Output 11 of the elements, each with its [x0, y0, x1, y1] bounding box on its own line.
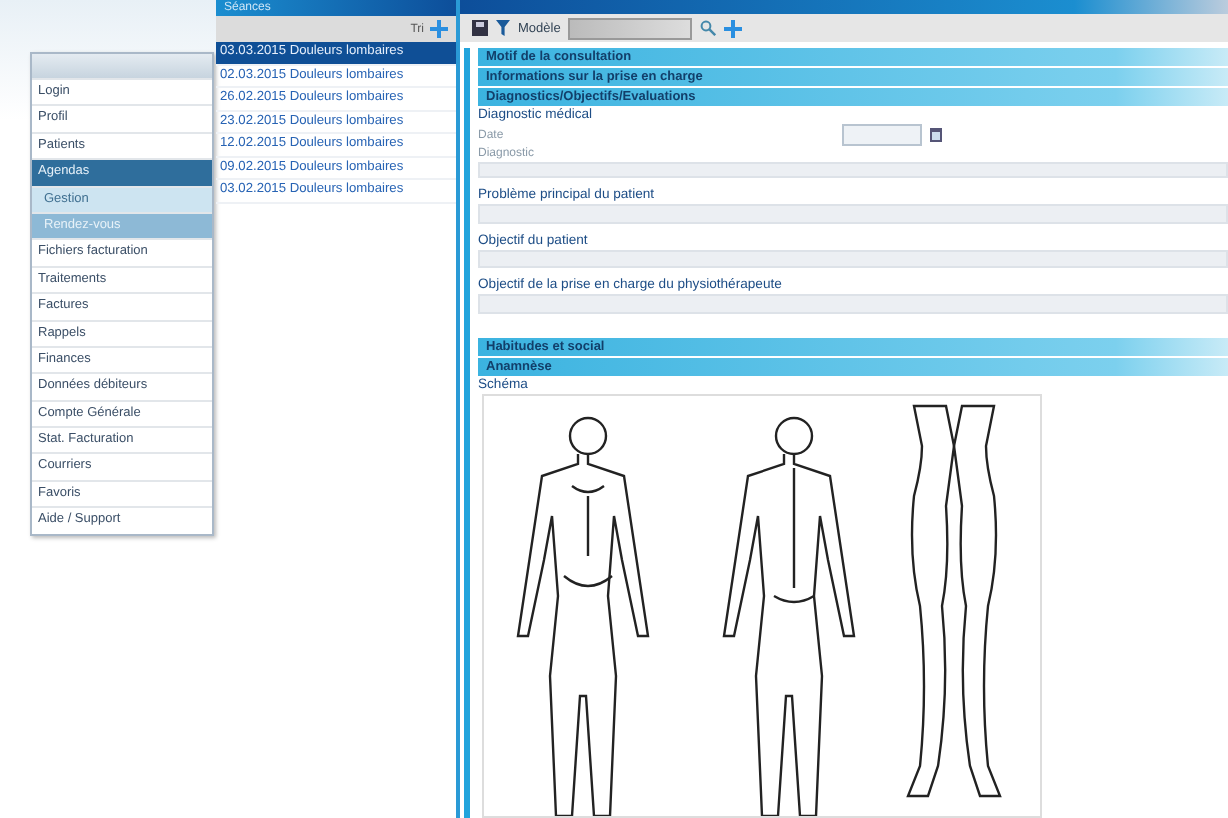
- text-area[interactable]: [478, 294, 1228, 315]
- filter-icon[interactable]: [496, 20, 510, 36]
- text-area[interactable]: [478, 203, 1228, 224]
- calendar-icon[interactable]: [929, 128, 942, 142]
- model-dropdown[interactable]: [568, 17, 693, 39]
- save-icon[interactable]: [472, 20, 488, 36]
- search-icon[interactable]: [700, 20, 717, 36]
- add-icon[interactable]: [724, 19, 743, 37]
- text-area[interactable]: [478, 249, 1228, 269]
- add-icon[interactable]: [430, 20, 448, 38]
- date-field[interactable]: [841, 124, 922, 146]
